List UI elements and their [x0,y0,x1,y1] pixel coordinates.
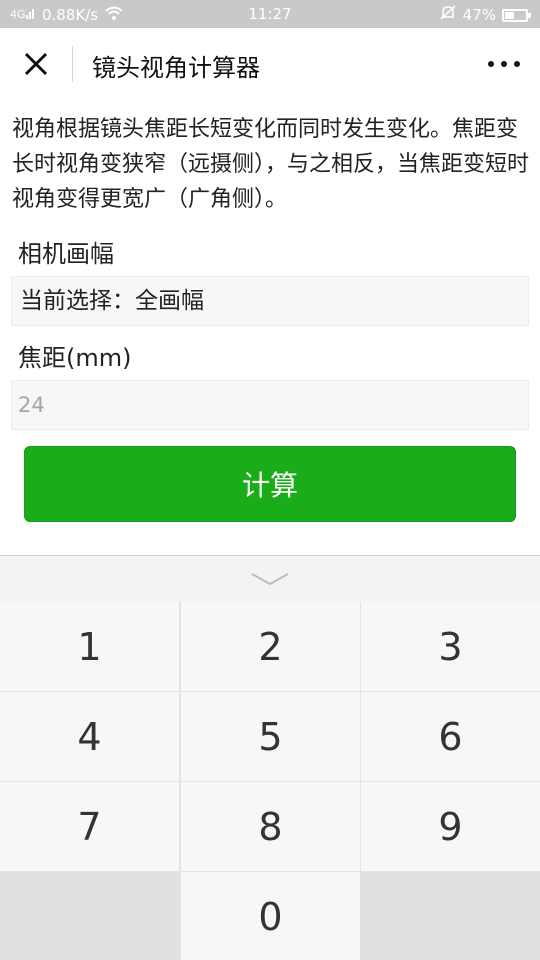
page-title: 镜头视角计算器 [92,54,260,82]
calculate-button[interactable]: 计算 [24,446,516,522]
key-5[interactable]: 5 [181,692,360,781]
battery-fill [505,11,514,19]
numeric-keyboard: 1 2 3 4 5 6 7 8 9 0 [0,555,540,960]
close-button[interactable] [14,42,58,86]
keyboard-collapse-button[interactable] [0,556,540,602]
more-button[interactable] [484,50,524,78]
key-0[interactable]: 0 [181,872,360,960]
mute-bell-icon [439,5,457,25]
more-dot [514,61,520,67]
camera-format-label: 相机画幅 [18,240,114,268]
key-blank-left [0,872,179,960]
battery-percent: 47% [462,6,496,24]
nav-divider [72,46,73,82]
status-right: 47% [439,5,531,25]
status-bar: 4G 0.88K/s 11:27 47% [0,0,540,28]
battery-icon [502,8,531,22]
camera-format-select[interactable]: 当前选择：全画幅 [11,276,529,326]
key-7[interactable]: 7 [0,782,179,871]
key-1[interactable]: 1 [0,602,179,691]
close-icon [24,52,48,76]
description-text: 视角根据镜头焦距长短变化而同时发生变化。焦距变长时视角变狭窄（远摄侧），与之相反… [12,117,530,212]
more-dot [501,61,507,67]
chevron-down-icon [251,573,289,586]
more-dots-icon [488,61,494,67]
focal-length-label: 焦距(mm) [18,344,132,372]
focal-length-field[interactable] [11,380,529,430]
navigation-bar: 镜头视角计算器 [0,28,540,100]
key-6[interactable]: 6 [361,692,540,781]
key-blank-right [361,872,540,960]
key-8[interactable]: 8 [181,782,360,871]
key-3[interactable]: 3 [361,602,540,691]
key-2[interactable]: 2 [181,602,360,691]
key-9[interactable]: 9 [361,782,540,871]
key-4[interactable]: 4 [0,692,179,781]
focal-length-input[interactable] [18,381,528,429]
